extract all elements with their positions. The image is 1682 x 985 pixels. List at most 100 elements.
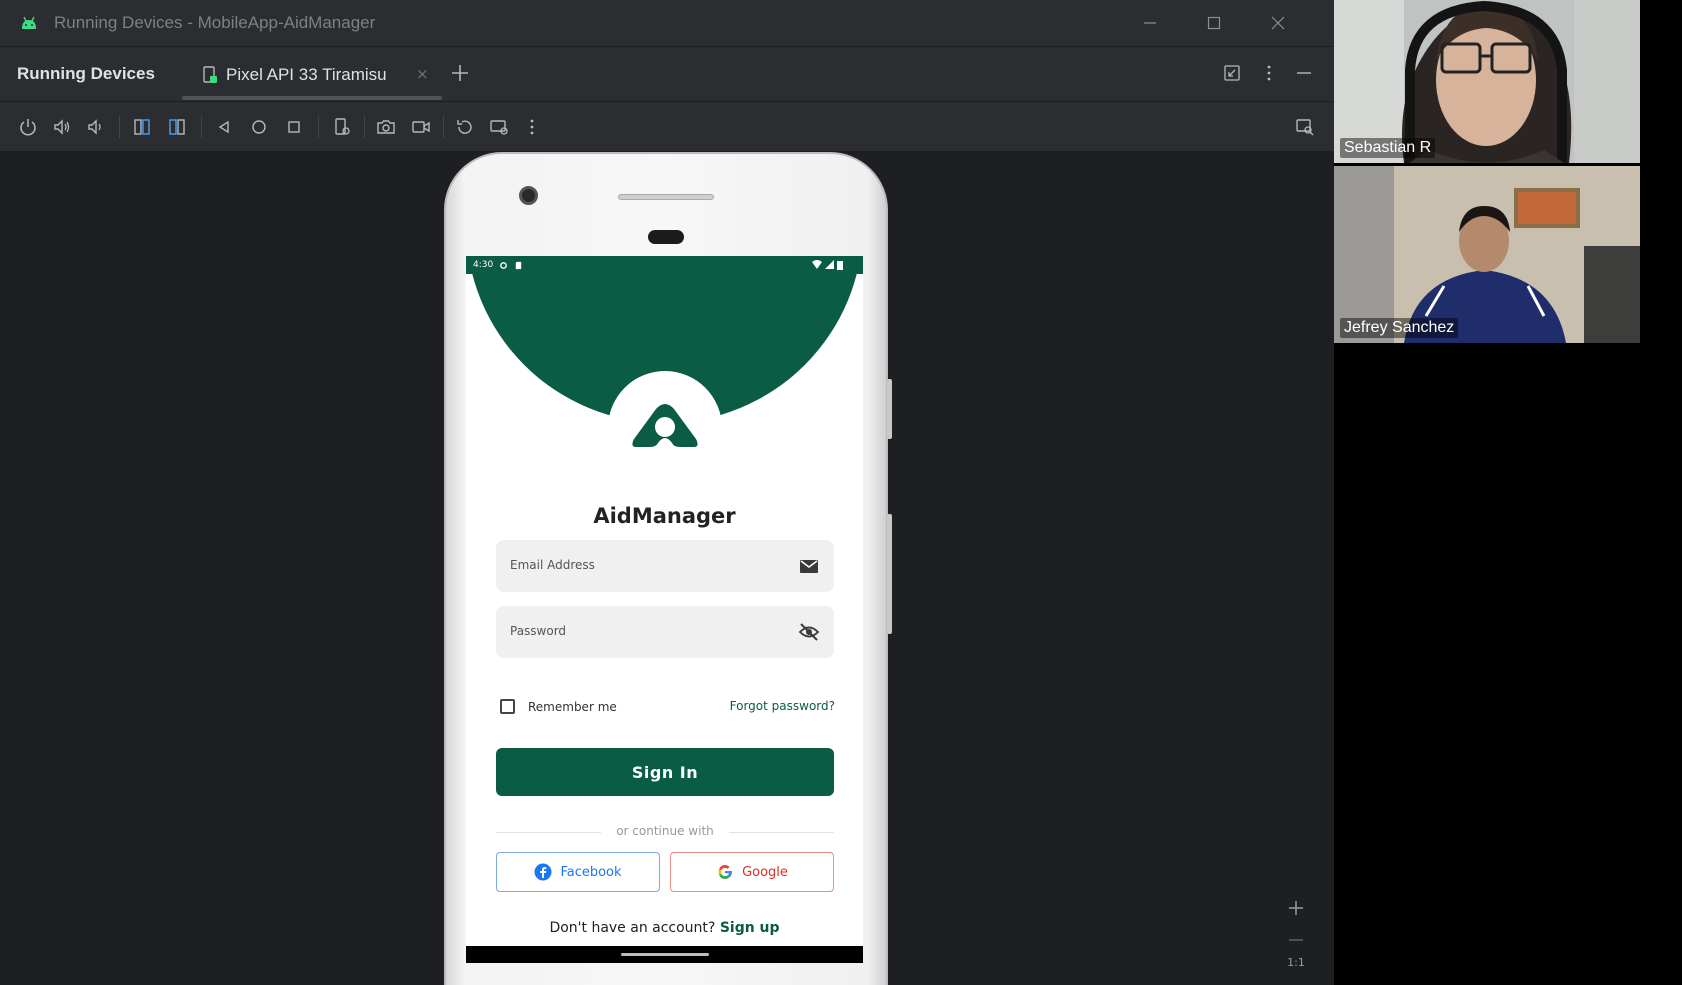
device-canvas: 4:30 AidManager Email Address Password R… xyxy=(0,152,1334,985)
close-icon xyxy=(1271,16,1285,30)
maximize-button[interactable] xyxy=(1182,0,1246,46)
screenshot-button[interactable] xyxy=(374,115,398,139)
device-screen[interactable]: 4:30 AidManager Email Address Password R… xyxy=(466,256,863,963)
participant-name: Jefrey Sanchez xyxy=(1340,318,1459,338)
wifi-icon xyxy=(812,260,822,269)
back-button[interactable] xyxy=(212,115,236,139)
close-window-button[interactable] xyxy=(1246,0,1310,46)
power-icon xyxy=(20,119,36,136)
keyboard-mirror-button[interactable] xyxy=(487,115,511,139)
remember-label: Remember me xyxy=(528,699,617,714)
app-title: AidManager xyxy=(593,504,736,528)
participant-name: Sebastian R xyxy=(1340,138,1436,158)
sign-up-link[interactable]: Sign up xyxy=(720,920,780,936)
screen-record-button[interactable] xyxy=(409,115,433,139)
sd-card-status-icon xyxy=(516,261,522,269)
device-settings-button[interactable] xyxy=(330,115,354,139)
rotate-left-button[interactable] xyxy=(130,115,154,139)
settings-status-icon xyxy=(500,261,508,269)
password-field[interactable]: Password xyxy=(496,606,834,658)
continue-divider: or continue with xyxy=(496,824,834,839)
inspect-icon xyxy=(1296,119,1314,136)
divider-label: or continue with xyxy=(616,824,714,838)
zoom-in-button[interactable] xyxy=(1276,892,1316,924)
status-icons xyxy=(812,260,843,270)
participant-tile[interactable]: Jefrey Sanchez xyxy=(1334,166,1640,343)
rotate-icon xyxy=(457,120,472,134)
front-camera xyxy=(519,186,538,205)
tab-label: Pixel API 33 Tiramisu xyxy=(226,64,387,84)
participant-tile[interactable]: Sebastian R xyxy=(1334,0,1640,163)
more-vertical-icon xyxy=(530,119,534,135)
volume-up-icon xyxy=(54,119,70,135)
toolbar-separator xyxy=(318,116,319,138)
phone-frame: 4:30 AidManager Email Address Password R… xyxy=(444,152,892,985)
more-vertical-icon xyxy=(1267,65,1271,81)
google-icon xyxy=(718,865,733,879)
zoom-out-button[interactable] xyxy=(1276,924,1316,956)
zoom-out-icon xyxy=(1289,939,1303,941)
rotate-right-button[interactable] xyxy=(165,115,189,139)
screen-root: Running Devices - MobileApp-AidManager R… xyxy=(0,0,1682,985)
minimize-icon xyxy=(1297,72,1311,74)
minimize-button[interactable] xyxy=(1118,0,1182,46)
keyboard-icon xyxy=(490,120,508,135)
google-label: Google xyxy=(742,864,788,880)
tab-close-icon[interactable]: × xyxy=(416,65,429,83)
zoom-controls: 1:1 xyxy=(1276,892,1316,985)
forgot-password-link[interactable]: Forgot password? xyxy=(730,699,835,713)
earpiece-speaker xyxy=(618,194,714,200)
restore-icon xyxy=(1224,65,1240,81)
rotate-right-icon xyxy=(169,119,185,135)
email-field[interactable]: Email Address xyxy=(496,540,834,592)
zoom-ratio-button[interactable]: 1:1 xyxy=(1276,956,1316,969)
ide-window: Running Devices - MobileApp-AidManager R… xyxy=(0,0,1334,985)
inspect-button[interactable] xyxy=(1293,115,1317,139)
visibility-off-icon[interactable] xyxy=(798,621,820,643)
sign-in-button[interactable]: Sign In xyxy=(496,748,834,796)
rotate-left-icon xyxy=(134,119,150,135)
volume-down-icon xyxy=(88,119,101,135)
google-button[interactable]: Google xyxy=(670,852,834,892)
reset-orientation-button[interactable] xyxy=(453,115,477,139)
battery-icon xyxy=(837,261,843,270)
active-tab-indicator xyxy=(182,96,442,100)
volume-up-button[interactable] xyxy=(50,115,74,139)
gesture-nav-bar xyxy=(466,946,863,963)
tab-device[interactable]: Pixel API 33 Tiramisu × xyxy=(182,47,442,102)
email-icon xyxy=(800,560,818,573)
home-gesture-handle[interactable] xyxy=(621,953,709,956)
overview-button[interactable] xyxy=(282,115,306,139)
video-call-panel: Sebastian R Jefrey Sanchez xyxy=(1334,0,1682,985)
more-actions-button[interactable] xyxy=(520,115,544,139)
signup-prompt: Don't have an account? Sign up xyxy=(466,920,863,936)
power-button[interactable] xyxy=(16,115,40,139)
facebook-button[interactable]: Facebook xyxy=(496,852,660,892)
camera-icon xyxy=(377,120,395,134)
restore-view-button[interactable] xyxy=(1220,61,1244,85)
plus-icon xyxy=(452,65,468,81)
volume-down-button[interactable] xyxy=(84,115,108,139)
participant-video xyxy=(1334,166,1640,343)
hide-panel-button[interactable] xyxy=(1292,61,1316,85)
window-title: Running Devices - MobileApp-AidManager xyxy=(54,13,376,32)
title-bar: Running Devices - MobileApp-AidManager xyxy=(0,0,1334,46)
tool-window-title: Running Devices xyxy=(17,64,155,83)
facebook-label: Facebook xyxy=(560,864,622,880)
proximity-sensor xyxy=(648,230,684,244)
add-device-button[interactable] xyxy=(448,61,472,85)
overview-square-icon xyxy=(288,121,300,133)
aidmanager-logo-icon xyxy=(632,404,698,447)
remember-checkbox[interactable] xyxy=(500,699,515,714)
email-placeholder: Email Address xyxy=(510,558,595,572)
back-triangle-icon xyxy=(218,120,229,134)
more-options-button[interactable] xyxy=(1257,61,1281,85)
toolbar-separator xyxy=(443,116,444,138)
remember-me[interactable]: Remember me xyxy=(500,699,617,714)
toolbar-separator xyxy=(119,116,120,138)
tool-window-header: Running Devices Pixel API 33 Tiramisu × xyxy=(0,46,1334,102)
home-button[interactable] xyxy=(247,115,271,139)
toolbar-separator xyxy=(364,116,365,138)
status-bar: 4:30 xyxy=(466,256,863,274)
signal-icon xyxy=(825,260,834,269)
